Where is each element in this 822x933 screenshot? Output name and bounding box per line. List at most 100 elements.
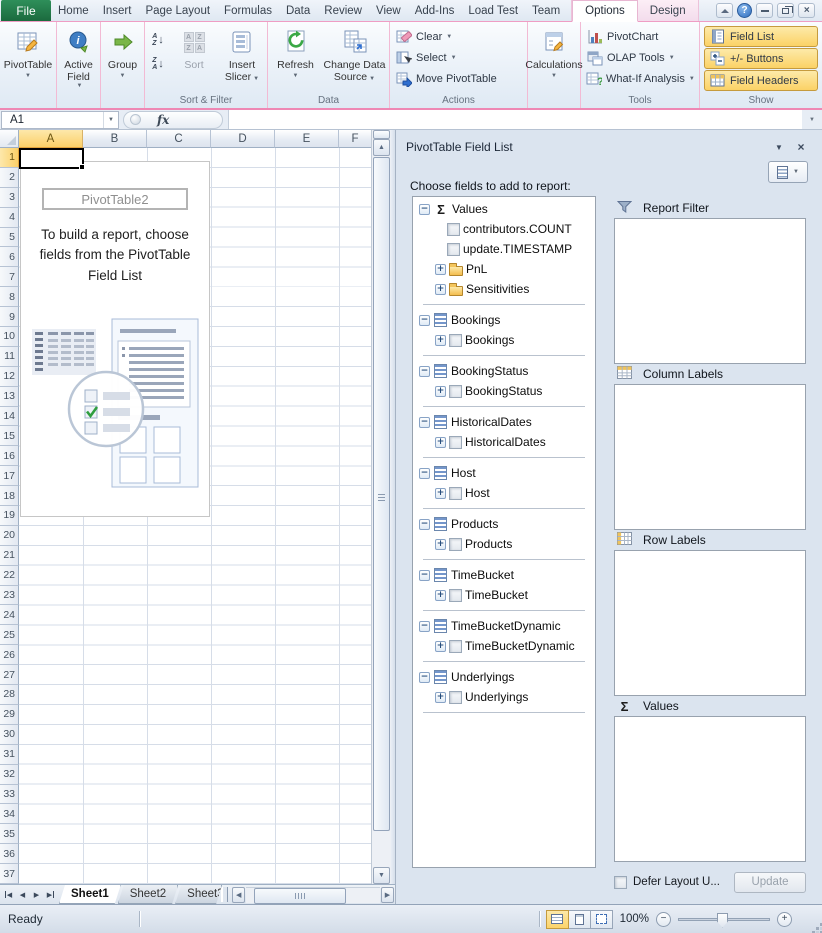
horizontal-scrollbar-thumb[interactable]: [254, 888, 346, 904]
row-header-28[interactable]: 28: [0, 685, 19, 705]
row-header-2[interactable]: 2: [0, 168, 19, 188]
row-header-8[interactable]: 8: [0, 287, 19, 307]
what-if-analysis-button[interactable]: ? What-If Analysis▼: [581, 68, 699, 89]
group-button[interactable]: Group▼: [108, 24, 137, 95]
row-header-10[interactable]: 10: [0, 327, 19, 347]
tab-home[interactable]: Home: [51, 0, 96, 21]
expand-icon[interactable]: +: [435, 437, 446, 448]
zoom-slider-thumb[interactable]: [717, 913, 728, 928]
vertical-scrollbar[interactable]: ▲ ▼: [371, 130, 391, 884]
drop-zone-row-labels[interactable]: [614, 550, 806, 696]
select-all-corner[interactable]: [0, 130, 19, 148]
collapse-icon[interactable]: −: [419, 570, 430, 581]
field-checkbox[interactable]: [449, 385, 462, 398]
row-header-31[interactable]: 31: [0, 745, 19, 765]
row-header-13[interactable]: 13: [0, 387, 19, 407]
scroll-right-icon[interactable]: ▶: [381, 887, 394, 903]
tab-formulas[interactable]: Formulas: [217, 0, 279, 21]
row-header-21[interactable]: 21: [0, 546, 19, 566]
field-checkbox[interactable]: [449, 691, 462, 704]
row-header-7[interactable]: 7: [0, 267, 19, 287]
name-box-arrow-icon[interactable]: ▼: [103, 112, 118, 128]
field-group-values[interactable]: −ΣValues: [413, 199, 595, 219]
field-checkbox[interactable]: [447, 223, 460, 236]
help-icon[interactable]: ?: [737, 3, 752, 18]
vertical-split-handle[interactable]: [373, 130, 390, 139]
field-item-update-timestamp[interactable]: update.TIMESTAMP: [413, 239, 595, 259]
field-checkbox[interactable]: [449, 487, 462, 500]
row-header-36[interactable]: 36: [0, 844, 19, 864]
row-header-19[interactable]: 19: [0, 506, 19, 526]
column-header-e[interactable]: E: [275, 130, 339, 148]
active-field-button[interactable]: i Active Field▼: [57, 24, 100, 95]
formula-bar-expand-icon[interactable]: ▼: [802, 117, 822, 123]
tab-view[interactable]: View: [369, 0, 408, 21]
field-item-bookings[interactable]: +Bookings: [413, 330, 595, 350]
plus-minus-buttons-toggle[interactable]: +/- Buttons: [704, 48, 818, 69]
field-item-bookingstatus[interactable]: +BookingStatus: [413, 381, 595, 401]
field-item-host[interactable]: +Host: [413, 483, 595, 503]
field-headers-toggle[interactable]: Field Headers: [704, 70, 818, 91]
field-list-box[interactable]: −ΣValuescontributors.COUNTupdate.TIMESTA…: [412, 196, 596, 868]
field-checkbox[interactable]: [449, 589, 462, 602]
row-header-25[interactable]: 25: [0, 625, 19, 645]
row-header-3[interactable]: 3: [0, 188, 19, 208]
sort-button[interactable]: AZZA Sort: [172, 24, 216, 95]
expand-icon[interactable]: +: [435, 641, 446, 652]
expand-icon[interactable]: +: [435, 692, 446, 703]
field-group-timebucket[interactable]: −TimeBucket: [413, 565, 595, 585]
field-checkbox[interactable]: [449, 640, 462, 653]
row-header-23[interactable]: 23: [0, 586, 19, 606]
row-header-6[interactable]: 6: [0, 247, 19, 267]
row-header-11[interactable]: 11: [0, 347, 19, 367]
field-checkbox[interactable]: [447, 243, 460, 256]
pivottable-button[interactable]: PivotTable▼: [4, 24, 52, 95]
pane-menu-arrow-icon[interactable]: ▼: [772, 143, 786, 152]
row-header-15[interactable]: 15: [0, 426, 19, 446]
insert-function-button[interactable]: fx: [157, 113, 169, 127]
close-icon[interactable]: ×: [798, 3, 815, 18]
page-break-view-button[interactable]: [590, 910, 613, 929]
drop-zone-report-filter[interactable]: [614, 218, 806, 364]
calculations-button[interactable]: Calculations▼: [525, 24, 582, 95]
row-header-1[interactable]: 1: [0, 148, 19, 168]
row-header-20[interactable]: 20: [0, 526, 19, 546]
olap-tools-button[interactable]: OLAP Tools▼: [581, 47, 699, 68]
restore-icon[interactable]: [777, 3, 794, 18]
tab-split-handle[interactable]: [221, 887, 228, 902]
field-group-underlyings[interactable]: −Underlyings: [413, 667, 595, 687]
horizontal-scrollbar[interactable]: ◀ ▶: [232, 886, 394, 903]
column-header-a[interactable]: A: [19, 130, 83, 148]
scroll-up-icon[interactable]: ▲: [373, 139, 390, 156]
next-sheet-icon[interactable]: ▶: [30, 887, 43, 903]
clear-button[interactable]: Clear▼: [390, 26, 527, 47]
tab-design[interactable]: Design: [638, 0, 698, 21]
horizontal-scrollbar-track[interactable]: [246, 887, 380, 903]
column-header-f[interactable]: F: [339, 130, 371, 148]
collapse-icon[interactable]: −: [419, 468, 430, 479]
row-header-18[interactable]: 18: [0, 486, 19, 506]
field-list-toggle[interactable]: Field List: [704, 26, 818, 47]
field-item-timebucketdynamic[interactable]: +TimeBucketDynamic: [413, 636, 595, 656]
tab-page-layout[interactable]: Page Layout: [138, 0, 217, 21]
field-item-underlyings[interactable]: +Underlyings: [413, 687, 595, 707]
column-header-c[interactable]: C: [147, 130, 211, 148]
scroll-left-icon[interactable]: ◀: [232, 887, 245, 903]
name-box[interactable]: A1 ▼: [1, 111, 119, 129]
pivotchart-button[interactable]: PivotChart: [581, 26, 699, 47]
collapse-icon[interactable]: −: [419, 519, 430, 530]
row-header-33[interactable]: 33: [0, 785, 19, 805]
expand-icon[interactable]: +: [435, 386, 446, 397]
cells-canvas[interactable]: PivotTable2 To build a report, choose fi…: [19, 148, 371, 884]
field-checkbox[interactable]: [449, 538, 462, 551]
sheet-tab-sheet3[interactable]: Sheet3: [175, 885, 222, 904]
tab-file[interactable]: File: [1, 0, 51, 21]
collapse-ribbon-icon[interactable]: [716, 3, 733, 18]
drop-zone-column-labels[interactable]: [614, 384, 806, 530]
zoom-in-icon[interactable]: +: [777, 912, 792, 927]
refresh-button[interactable]: Refresh▼: [270, 24, 322, 95]
expand-icon[interactable]: +: [435, 488, 446, 499]
field-checkbox[interactable]: [449, 436, 462, 449]
tab-load-test[interactable]: Load Test: [461, 0, 525, 21]
tab-add-ins[interactable]: Add-Ins: [408, 0, 462, 21]
